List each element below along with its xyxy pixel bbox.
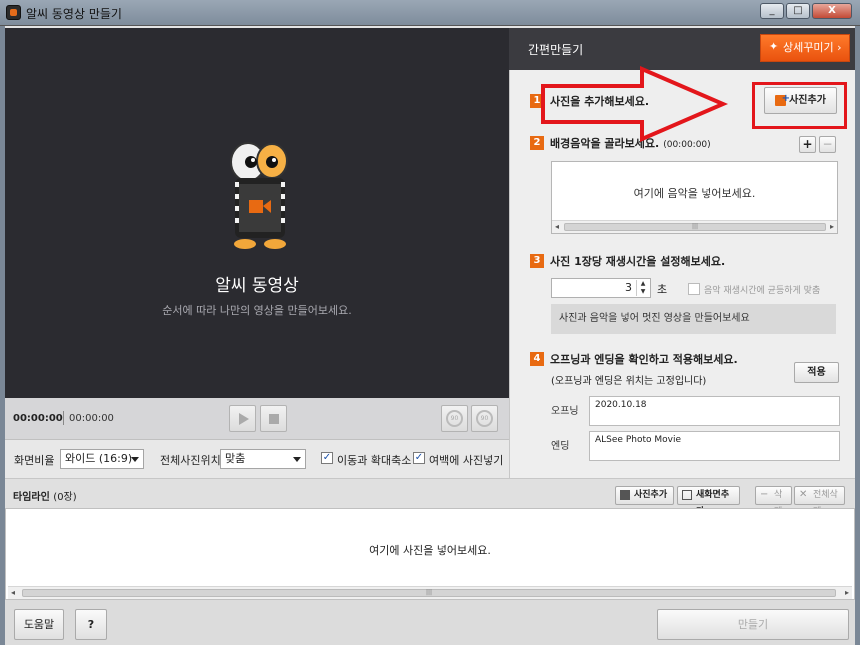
sync-music-label: 음악 재생시간에 균등하게 맞춤	[704, 286, 821, 296]
chevron-right-icon: ›	[837, 41, 842, 54]
timeline-title: 타임라인 (0장)	[13, 488, 77, 503]
fill-label: 여백에 사진넣기	[429, 454, 504, 467]
scroll-right-icon: ▸	[844, 588, 849, 597]
total-time: 00:00:00	[69, 413, 114, 424]
mascot-logo-icon	[230, 142, 288, 249]
step-4-number: 4	[530, 352, 544, 366]
music-horizontal-scrollbar[interactable]: ◂ ||| ▸	[552, 220, 837, 233]
ending-field[interactable]: ALSee Photo Movie	[589, 431, 840, 461]
x-icon: ✕	[799, 489, 808, 500]
play-button[interactable]	[229, 405, 256, 432]
preview-title: 알씨 동영상	[215, 276, 299, 296]
seconds-stepper[interactable]: 3 ▲ ▼	[551, 278, 651, 298]
minus-icon: −	[760, 489, 769, 500]
current-time: 00:00:00	[13, 413, 63, 424]
ending-label: 엔딩	[551, 441, 570, 452]
fill-checkbox[interactable]: ✓	[413, 452, 425, 464]
title-bar: 알씨 동영상 만들기 _ □ X	[0, 0, 860, 26]
rotate-right-button[interactable]: 90	[471, 405, 498, 432]
stop-icon	[269, 414, 279, 424]
panel-title: 간편만들기	[528, 43, 584, 57]
add-photo-icon	[620, 490, 630, 500]
scroll-right-icon: ▸	[829, 222, 834, 231]
scroll-thumb[interactable]: |||	[22, 589, 836, 597]
timeline-bar: 타임라인 (0장) 사진추가 새화면추가 − 삭제 ✕ 전체삭제	[5, 478, 855, 517]
window-controls: _ □ X	[760, 3, 852, 19]
photo-position-label: 전체사진위치	[160, 454, 221, 467]
photo-position-value: 맞춤	[225, 452, 246, 465]
seconds-value: 3	[625, 281, 632, 294]
timeline-count: (0장)	[53, 492, 77, 503]
aspect-ratio-value: 와이드 (16:9)	[65, 452, 133, 465]
zoom-label: 이동과 확대축소	[337, 454, 412, 467]
step-3: 3 사진 1장당 재생시간을 설정해보세요.	[530, 253, 725, 269]
music-drop-area[interactable]: 여기에 음악을 넣어보세요. ◂ ||| ▸	[551, 161, 838, 234]
close-button[interactable]: X	[812, 3, 852, 19]
step-4-text: 오프닝과 엔딩을 확인하고 적용해보세요.	[550, 353, 738, 366]
seconds-unit: 초	[657, 283, 668, 296]
preview-subtitle: 순서에 따라 나만의 영상을 만들어보세요.	[162, 304, 352, 317]
remove-music-button[interactable]: −	[819, 136, 836, 153]
preview-area: 알씨 동영상 순서에 따라 나만의 영상을 만들어보세요.	[5, 28, 509, 398]
question-button[interactable]: ?	[75, 609, 107, 640]
options-bar: 화면비율 와이드 (16:9) 전체사진위치 맞춤 ✓ 이동과 확대축소 ✓ 여…	[5, 440, 509, 478]
aspect-ratio-select[interactable]: 와이드 (16:9)	[60, 449, 144, 469]
stepper-arrows-icon[interactable]: ▲ ▼	[636, 280, 649, 296]
chevron-down-icon	[293, 457, 301, 462]
zoom-checkbox[interactable]: ✓	[321, 452, 333, 464]
panel-header: 간편만들기 ✦ 상세꾸미기 ›	[509, 28, 855, 70]
apply-button[interactable]: 적용	[794, 362, 839, 383]
timeline-add-photo-button[interactable]: 사진추가	[615, 486, 674, 505]
bottom-bar: 도움말 ? 만들기	[5, 600, 855, 645]
play-icon	[239, 413, 249, 425]
red-box-annotation	[752, 82, 847, 129]
rotate-left-icon: 90	[446, 410, 463, 427]
delete-all-button[interactable]: ✕ 전체삭제	[794, 486, 845, 517]
opening-label: 오프닝	[551, 406, 579, 417]
detail-decorate-label: 상세꾸미기	[783, 41, 834, 54]
make-button[interactable]: 만들기	[657, 609, 849, 640]
step-4: 4 오프닝과 엔딩을 확인하고 적용해보세요.	[530, 351, 738, 367]
step-4-note: (오프닝과 엔딩은 위치는 고정입니다)	[551, 376, 707, 387]
sync-music-checkbox[interactable]	[688, 283, 700, 295]
rotate-left-button[interactable]: 90	[441, 405, 468, 432]
app-icon	[6, 5, 21, 20]
step-3-hint: 사진과 음악을 넣어 멋진 영상을 만들어보세요	[551, 304, 836, 334]
timeline-placeholder: 여기에 사진을 넣어보세요.	[369, 544, 491, 557]
delete-button[interactable]: − 삭제	[755, 486, 792, 517]
playback-controls: 00:00:00 00:00:00 90 90	[5, 398, 509, 440]
maximize-button[interactable]: □	[786, 3, 810, 19]
new-screen-button[interactable]: 새화면추가	[677, 486, 740, 517]
rotate-right-icon: 90	[476, 410, 493, 427]
chevron-down-icon	[131, 457, 139, 462]
timeline-drop-area[interactable]: 여기에 사진을 넣어보세요. ◂ ||| ▸	[5, 508, 855, 600]
opening-field[interactable]: 2020.10.18	[589, 396, 840, 426]
music-placeholder: 여기에 음악을 넣어보세요.	[633, 187, 756, 200]
wand-icon: ✦	[769, 40, 779, 53]
red-arrow-annotation-icon	[541, 66, 729, 142]
stop-button[interactable]	[260, 405, 287, 432]
help-button[interactable]: 도움말	[14, 609, 64, 640]
window-title: 알씨 동영상 만들기	[26, 7, 122, 21]
timeline-horizontal-scrollbar[interactable]: ◂ ||| ▸	[8, 586, 852, 599]
scroll-left-icon: ◂	[11, 588, 16, 597]
add-music-button[interactable]: +	[799, 136, 816, 153]
step-3-number: 3	[530, 254, 544, 268]
time-separator	[63, 411, 64, 425]
minimize-button[interactable]: _	[760, 3, 784, 19]
aspect-ratio-label: 화면비율	[14, 454, 55, 467]
step-3-text: 사진 1장당 재생시간을 설정해보세요.	[550, 255, 726, 268]
scroll-left-icon: ◂	[555, 222, 560, 231]
photo-position-select[interactable]: 맞춤	[220, 449, 306, 469]
new-screen-icon	[682, 490, 692, 500]
scroll-thumb[interactable]: |||	[564, 223, 826, 231]
timeline-title-text: 타임라인	[13, 492, 50, 503]
timeline-add-photo-label: 사진추가	[634, 490, 668, 500]
detail-decorate-button[interactable]: ✦ 상세꾸미기 ›	[760, 34, 850, 62]
